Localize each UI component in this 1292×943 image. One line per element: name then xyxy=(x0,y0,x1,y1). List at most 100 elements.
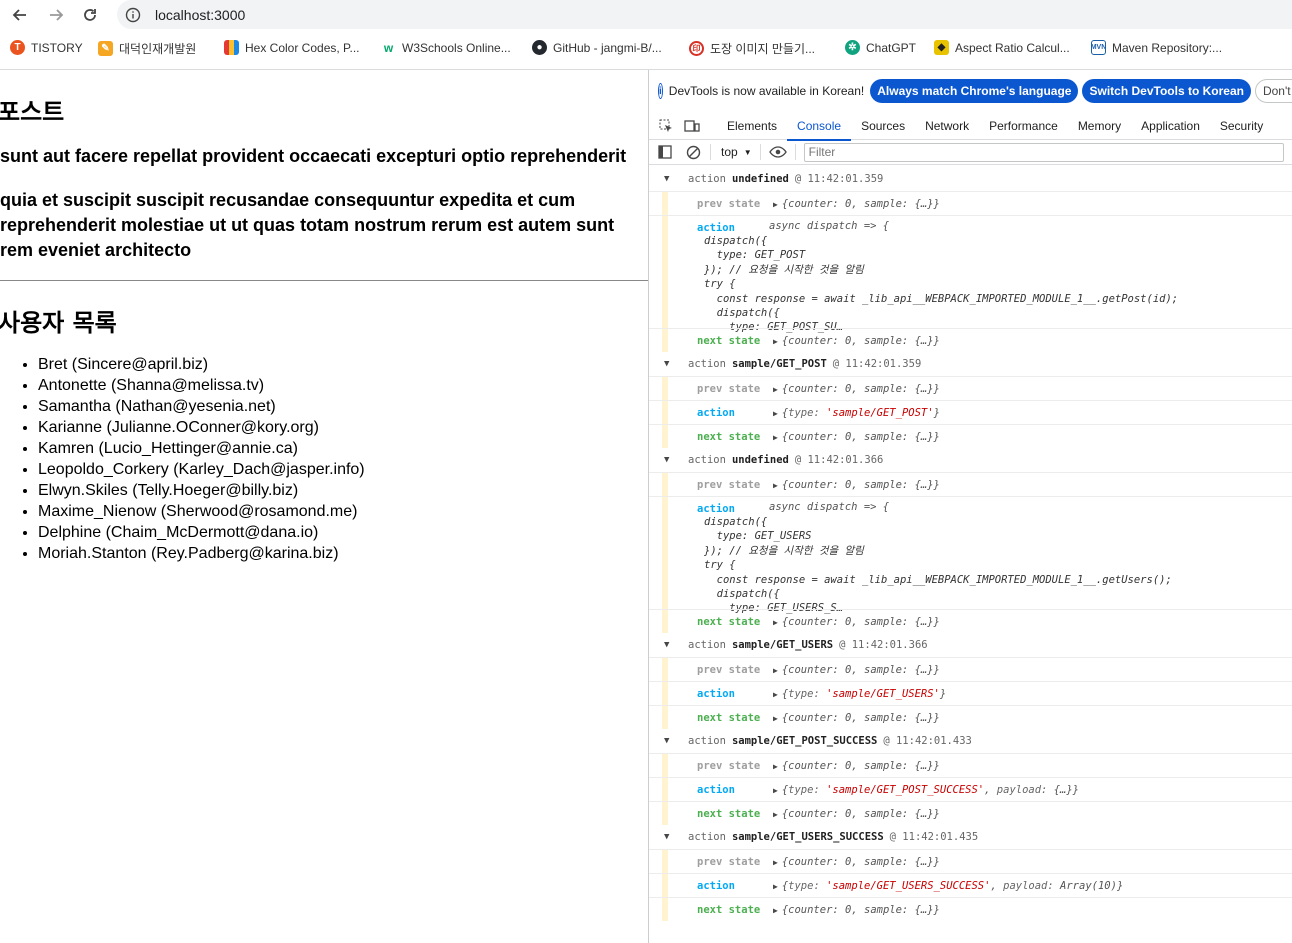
row-value[interactable]: ▶ {counter: 0, sample: {…}} xyxy=(773,479,940,491)
bookmark-hex-color[interactable]: Hex Color Codes, P... xyxy=(224,40,360,55)
bookmark-daedeok[interactable]: ✎ 대덕인재개발원 xyxy=(98,40,196,57)
expand-triangle-icon[interactable]: ▶ xyxy=(773,666,778,675)
row-value[interactable]: ▶ {counter: 0, sample: {…}} xyxy=(773,383,940,395)
log-row-action-thunk: action async dispatch => { dispatch({ ty… xyxy=(649,215,1292,333)
context-selector[interactable]: top ▼ xyxy=(721,145,752,159)
expand-triangle-icon[interactable]: ▶ xyxy=(773,618,778,627)
forward-arrow-icon[interactable] xyxy=(45,4,67,26)
expand-triangle-icon[interactable]: ▶ xyxy=(773,409,778,418)
group-prefix: action xyxy=(688,454,726,466)
row-value[interactable]: ▶ {type: 'sample/GET_USERS_SUCCESS', payl… xyxy=(773,880,1123,892)
row-value[interactable]: ▶ {counter: 0, sample: {…}} xyxy=(773,760,940,772)
tab-security[interactable]: Security xyxy=(1210,112,1273,140)
expand-triangle-icon[interactable]: ▶ xyxy=(773,690,778,699)
site-info-icon[interactable] xyxy=(123,5,143,25)
console-output: ▼ action undefined @ 11:42:01.359 prev s… xyxy=(649,167,1292,943)
log-row-prev-state: prev state ▶ {counter: 0, sample: {…}} xyxy=(649,849,1292,873)
toolbar-separator xyxy=(759,144,761,160)
eye-icon[interactable] xyxy=(768,143,787,161)
expand-triangle-icon[interactable]: ▼ xyxy=(664,455,676,465)
tab-application[interactable]: Application xyxy=(1131,112,1210,140)
group-indent-bar xyxy=(662,778,668,801)
row-value[interactable]: ▶ {type: 'sample/GET_POST_SUCCESS', paylo… xyxy=(773,784,1079,796)
group-indent-bar xyxy=(662,192,668,215)
log-group-header[interactable]: ▼ action sample/GET_USERS @ 11:42:01.366 xyxy=(649,633,1292,657)
bookmark-label: Aspect Ratio Calcul... xyxy=(955,40,1070,55)
inspect-element-icon[interactable] xyxy=(657,117,675,135)
console-filter-input[interactable]: Filter xyxy=(803,142,1284,162)
log-row-next-state: next state ▶ {counter: 0, sample: {…}} xyxy=(649,328,1292,352)
group-timestamp: @ 11:42:01.359 xyxy=(794,173,884,185)
expand-triangle-icon[interactable]: ▼ xyxy=(664,832,676,842)
log-group-header[interactable]: ▼ action sample/GET_POST @ 11:42:01.359 xyxy=(649,352,1292,376)
expand-triangle-icon[interactable]: ▶ xyxy=(773,906,778,915)
back-arrow-icon[interactable] xyxy=(9,4,31,26)
tab-memory[interactable]: Memory xyxy=(1068,112,1131,140)
url-field[interactable]: localhost:3000 xyxy=(117,0,1292,29)
row-value[interactable]: ▶ {counter: 0, sample: {…}} xyxy=(773,431,940,443)
expand-triangle-icon[interactable]: ▶ xyxy=(773,481,778,490)
device-toolbar-icon[interactable] xyxy=(683,117,701,135)
tab-network[interactable]: Network xyxy=(915,112,979,140)
list-item: Samantha (Nathan@yesenia.net) xyxy=(38,396,365,417)
stamp-icon: 印 xyxy=(689,41,704,56)
row-value[interactable]: ▶ {type: 'sample/GET_POST'} xyxy=(773,407,940,419)
dont-show-button[interactable]: Don't show xyxy=(1254,79,1292,103)
log-group-header[interactable]: ▼ action sample/GET_POST_SUCCESS @ 11:42… xyxy=(649,729,1292,753)
bookmark-w3schools[interactable]: w W3Schools Online... xyxy=(381,40,511,55)
hex-color-icon xyxy=(224,40,239,55)
list-item: Moriah.Stanton (Rey.Padberg@karina.biz) xyxy=(38,543,365,564)
expand-triangle-icon[interactable]: ▶ xyxy=(773,385,778,394)
switch-korean-button[interactable]: Switch DevTools to Korean xyxy=(1082,79,1251,103)
group-prefix: action xyxy=(688,639,726,651)
expand-triangle-icon[interactable]: ▶ xyxy=(773,337,778,346)
row-value[interactable]: ▶ {counter: 0, sample: {…}} xyxy=(773,198,940,210)
row-value[interactable]: ▶ {counter: 0, sample: {…}} xyxy=(773,712,940,724)
row-value[interactable]: ▶ {counter: 0, sample: {…}} xyxy=(773,335,940,347)
row-value[interactable]: ▶ {counter: 0, sample: {…}} xyxy=(773,616,940,628)
group-timestamp: @ 11:42:01.433 xyxy=(883,735,972,747)
row-value[interactable]: ▶ {type: 'sample/GET_USERS'} xyxy=(773,688,946,700)
log-group-header[interactable]: ▼ action undefined @ 11:42:01.359 xyxy=(649,167,1292,191)
users-heading: 사용자 목록 xyxy=(0,309,117,337)
tab-console[interactable]: Console xyxy=(787,112,852,141)
expand-triangle-icon[interactable]: ▶ xyxy=(773,858,778,867)
expand-triangle-icon[interactable]: ▶ xyxy=(773,433,778,442)
bookmark-chatgpt[interactable]: ✲ ChatGPT xyxy=(845,40,916,55)
sidebar-toggle-icon[interactable] xyxy=(656,143,674,161)
row-value[interactable]: ▶ {counter: 0, sample: {…}} xyxy=(773,808,940,820)
match-language-button[interactable]: Always match Chrome's language xyxy=(870,79,1079,103)
row-value[interactable]: ▶ {counter: 0, sample: {…}} xyxy=(773,664,940,676)
log-row-prev-state: prev state ▶ {counter: 0, sample: {…}} xyxy=(649,657,1292,681)
expand-triangle-icon[interactable]: ▶ xyxy=(773,714,778,723)
bookmark-tistory[interactable]: T TISTORY xyxy=(10,40,83,55)
bookmark-label: W3Schools Online... xyxy=(402,40,511,55)
tab-sources[interactable]: Sources xyxy=(851,112,915,140)
expand-triangle-icon[interactable]: ▼ xyxy=(664,174,676,184)
log-group-header[interactable]: ▼ action undefined @ 11:42:01.366 xyxy=(649,448,1292,472)
expand-triangle-icon[interactable]: ▶ xyxy=(773,762,778,771)
tab-elements[interactable]: Elements xyxy=(717,112,787,140)
clear-console-icon[interactable] xyxy=(684,143,702,161)
row-value[interactable]: ▶ {counter: 0, sample: {…}} xyxy=(773,856,940,868)
row-key: next state xyxy=(697,712,761,724)
tab-performance[interactable]: Performance xyxy=(979,112,1068,140)
group-indent-bar xyxy=(662,898,668,921)
row-key: prev state xyxy=(697,856,761,868)
bookmark-label: TISTORY xyxy=(31,40,83,55)
bookmark-stamp[interactable]: 印 도장 이미지 만들기... xyxy=(689,40,815,57)
expand-triangle-icon[interactable]: ▼ xyxy=(664,640,676,650)
expand-triangle-icon[interactable]: ▶ xyxy=(773,200,778,209)
expand-triangle-icon[interactable]: ▶ xyxy=(773,882,778,891)
bookmark-maven[interactable]: MVN Maven Repository:... xyxy=(1091,40,1222,55)
bookmark-aspect-ratio[interactable]: ◆ Aspect Ratio Calcul... xyxy=(934,40,1070,55)
expand-triangle-icon[interactable]: ▶ xyxy=(773,786,778,795)
reload-icon[interactable] xyxy=(79,4,101,26)
expand-triangle-icon[interactable]: ▼ xyxy=(664,359,676,369)
bookmark-github[interactable]: ● GitHub - jangmi-B/... xyxy=(532,40,662,55)
log-row-action: action ▶ {type: 'sample/GET_USERS_SUCCESS… xyxy=(649,873,1292,897)
expand-triangle-icon[interactable]: ▶ xyxy=(773,810,778,819)
row-value[interactable]: ▶ {counter: 0, sample: {…}} xyxy=(773,904,940,916)
log-group-header[interactable]: ▼ action sample/GET_USERS_SUCCESS @ 11:4… xyxy=(649,825,1292,849)
expand-triangle-icon[interactable]: ▼ xyxy=(664,736,676,746)
